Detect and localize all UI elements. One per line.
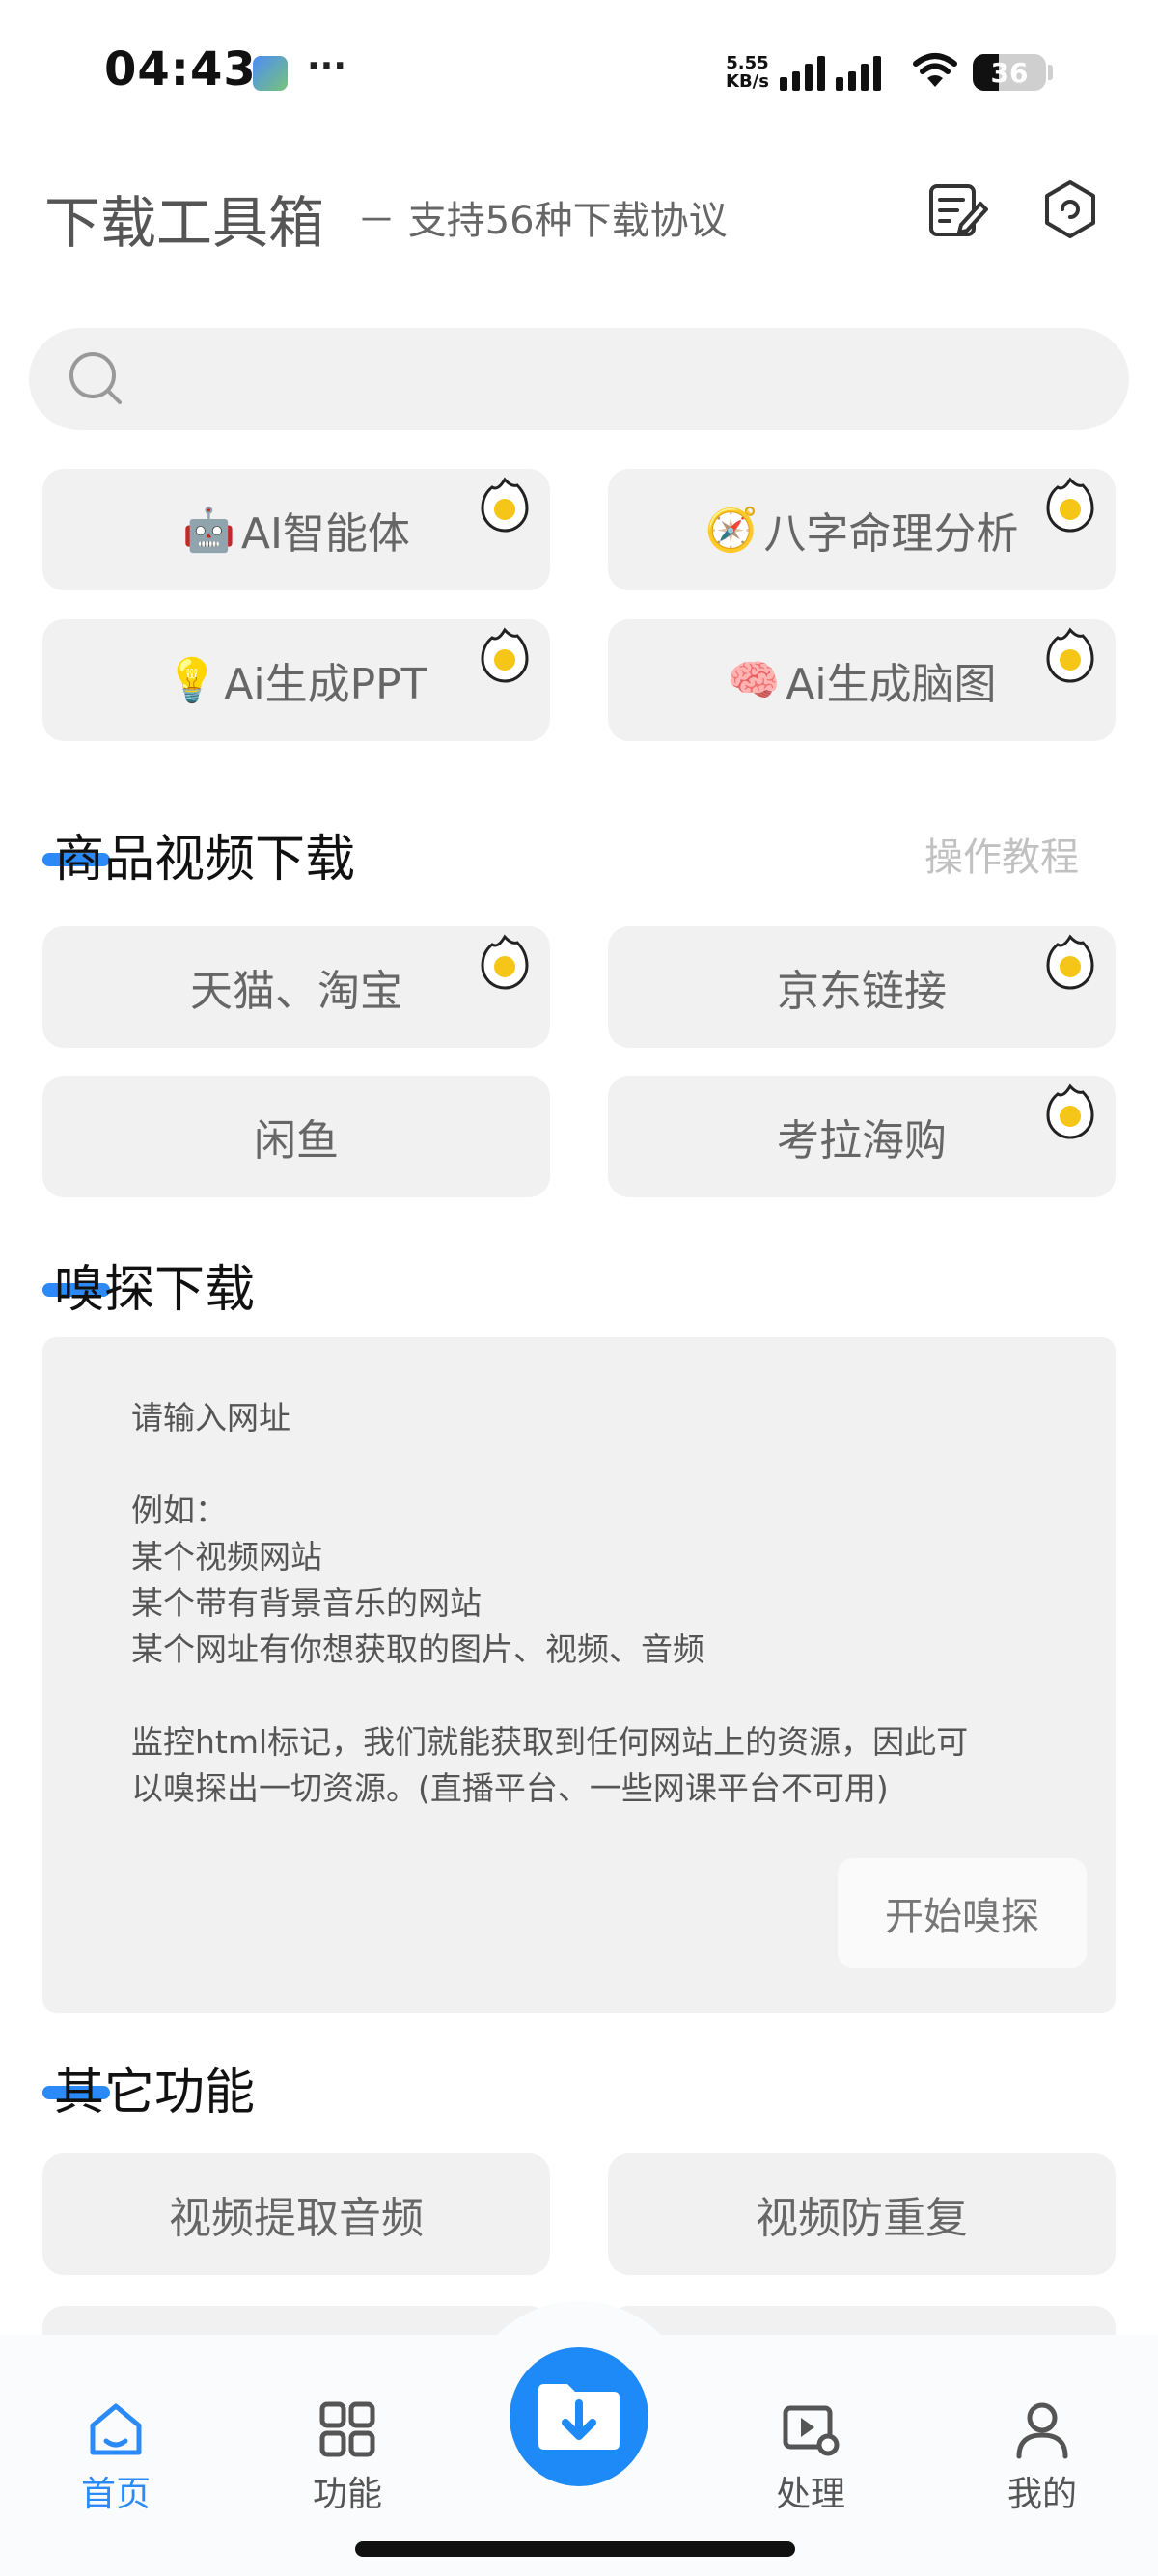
hot-badge-icon [481, 934, 529, 990]
settings-icon[interactable] [1036, 177, 1104, 244]
hint-line: 某个网址有你想获取的图片、视频、音频 [131, 1631, 704, 1668]
hint-line: 某个视频网站 [131, 1538, 322, 1576]
tool-label: 京东链接 [777, 967, 947, 1016]
tool-label: AI智能体 [240, 509, 410, 559]
tool-label: 视频防重复 [756, 2194, 968, 2243]
download-fab-button[interactable] [510, 2347, 648, 2486]
hint-line: 监控html标记，我们就能获取到任何网站上的资源，因此可 [131, 1723, 969, 1761]
grid-icon [319, 2401, 375, 2457]
hint-line [131, 1441, 968, 1488]
home-indicator [355, 2541, 795, 2557]
nav-label: 首页 [80, 2475, 151, 2514]
home-icon [90, 2403, 142, 2455]
brain-icon: 🧠 [727, 656, 781, 705]
search-bar[interactable] [29, 328, 1129, 731]
search-icon [69, 352, 122, 404]
tool-ai-agent[interactable]: 🤖 AI智能体 [42, 469, 550, 590]
section-title-sniff: 嗅探下载 [54, 1261, 256, 1319]
app-title: 下载工具箱 [44, 190, 325, 256]
hot-badge-icon [1046, 627, 1094, 683]
section-title-product: 商品视频下载 [54, 831, 356, 889]
product-kaola[interactable]: 考拉海购 [608, 1076, 1116, 1197]
nav-label: 我的 [1006, 2475, 1077, 2514]
video-process-icon [783, 2405, 840, 2456]
battery-icon: 36 [973, 54, 1046, 91]
sniff-input-card[interactable]: 请输入网址 例如： 某个视频网站 某个带有背景音乐的网站 某个网址有你想获取的图… [42, 1337, 1116, 2013]
hot-badge-icon [1046, 1083, 1094, 1139]
hint-line: 某个带有背景音乐的网站 [131, 1584, 482, 1622]
nav-features[interactable]: 功能 [270, 2383, 425, 2516]
hot-badge-icon [1046, 477, 1094, 533]
tool-ai-mindmap[interactable]: 🧠 Ai生成脑图 [608, 619, 1116, 741]
network-speed-value: 5.55 [726, 53, 769, 73]
lightbulb-icon: 💡 [165, 656, 219, 705]
product-xianyu[interactable]: 闲鱼 [42, 1076, 550, 1197]
hot-badge-icon [1046, 934, 1094, 990]
hint-line: 请输入网址 [131, 1399, 290, 1437]
nav-home[interactable]: 首页 [39, 2383, 193, 2516]
tool-bazi-analysis[interactable]: 🧭 八字命理分析 [608, 469, 1116, 590]
tool-label: 天猫、淘宝 [190, 967, 402, 1016]
feature-video-dedup[interactable]: 视频防重复 [608, 2153, 1116, 2275]
tool-label: Ai生成脑图 [786, 660, 997, 709]
gallery-app-icon [253, 56, 288, 91]
tool-ai-ppt[interactable]: 💡 Ai生成PPT [42, 619, 550, 741]
hint-line: 例如： [131, 1492, 227, 1529]
tool-label: 视频提取音频 [169, 2194, 424, 2243]
user-icon [1016, 2402, 1068, 2459]
hot-badge-icon [481, 627, 529, 683]
tutorial-link[interactable]: 操作教程 [924, 826, 1079, 882]
network-speed-unit: KB/s [726, 71, 769, 92]
section-title-other: 其它功能 [54, 2064, 256, 2122]
more-notifications-icon: ··· [307, 46, 347, 86]
battery-tip [1048, 65, 1053, 80]
status-time: 04:43 [104, 42, 257, 96]
hint-line: 以嗅探出一切资源。(直播平台、一些网课平台不可用) [131, 1769, 889, 1807]
network-speed: 5.55 KB/s [726, 54, 769, 91]
edit-note-icon[interactable] [923, 177, 990, 244]
hot-badge-icon [481, 477, 529, 533]
hint-line [131, 1673, 968, 1719]
wifi-icon [913, 53, 957, 87]
robot-icon: 🤖 [182, 506, 235, 555]
nav-process[interactable]: 处理 [733, 2383, 888, 2516]
app-subtitle: － 支持56种下载协议 [357, 199, 728, 243]
download-folder-icon [538, 2384, 620, 2450]
nav-label: 功能 [312, 2475, 382, 2514]
tool-label: 闲鱼 [254, 1116, 339, 1165]
compass-icon: 🧭 [704, 506, 758, 555]
battery-percentage: 36 [990, 56, 1029, 89]
nav-label: 处理 [775, 2475, 845, 2514]
product-tmall-taobao[interactable]: 天猫、淘宝 [42, 926, 550, 1048]
tool-label: 考拉海购 [777, 1116, 947, 1165]
feature-extract-audio[interactable]: 视频提取音频 [42, 2153, 550, 2275]
sniff-hint-text: 请输入网址 例如： 某个视频网站 某个带有背景音乐的网站 某个网址有你想获取的图… [131, 1395, 968, 1812]
tool-label: 八字命理分析 [763, 509, 1019, 559]
tool-label: Ai生成PPT [224, 660, 427, 709]
nav-mine[interactable]: 我的 [965, 2383, 1119, 2516]
cellular-signal-icon [780, 54, 881, 91]
product-jd-link[interactable]: 京东链接 [608, 926, 1116, 1048]
start-sniff-button[interactable]: 开始嗅探 [838, 1858, 1087, 1968]
